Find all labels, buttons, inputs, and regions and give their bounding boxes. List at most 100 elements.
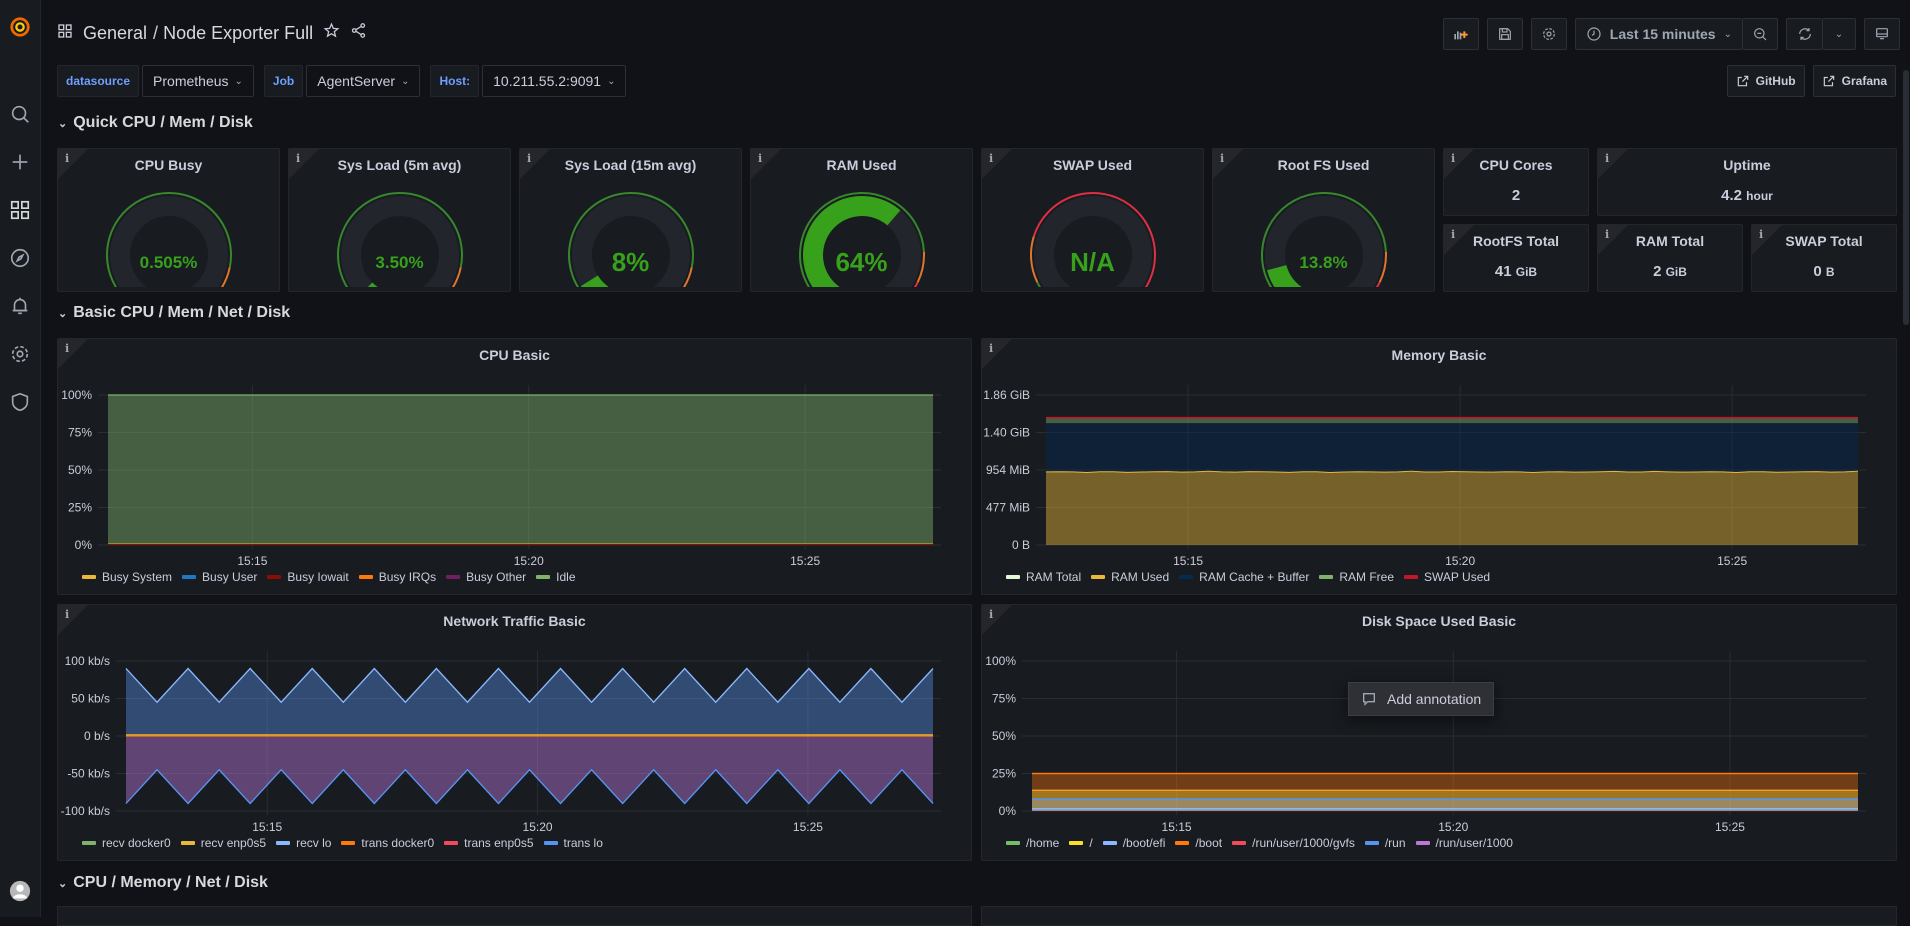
- row-quick-cpu-mem-disk[interactable]: ⌄ Quick CPU / Mem / Disk: [58, 114, 253, 132]
- stat-panel-ram-total: i RAM Total 2 GiB: [1597, 224, 1743, 292]
- gauge-panel: i Sys Load (5m avg) 3.50%: [288, 148, 511, 292]
- dashboard-title[interactable]: Node Exporter Full: [163, 23, 313, 43]
- chart-canvas[interactable]: 0% 25% 50% 75% 100% 15:15 15:20 15:25: [58, 339, 971, 594]
- legend-item[interactable]: /: [1069, 836, 1093, 850]
- save-button[interactable]: [1486, 18, 1523, 50]
- legend-item[interactable]: recv lo: [276, 836, 331, 850]
- chart-canvas[interactable]: 0 B 477 MiB 954 MiB 1.40 GiB 1.86 GiB 15:15 15…: [982, 339, 1896, 594]
- legend-item[interactable]: RAM Free: [1319, 570, 1394, 584]
- legend-item[interactable]: Busy User: [182, 570, 257, 584]
- legend-label: /run/user/1000/gvfs: [1252, 836, 1355, 850]
- breadcrumb-folder[interactable]: General: [83, 23, 147, 44]
- legend-label: recv lo: [296, 836, 332, 850]
- x-tick-label: 15:15: [1173, 554, 1203, 568]
- legend-item[interactable]: /run: [1364, 836, 1406, 850]
- monitor-icon: [1876, 28, 1888, 40]
- legend-item[interactable]: RAM Used: [1091, 570, 1169, 584]
- zoom-out-button[interactable]: [1742, 18, 1778, 50]
- chart-canvas[interactable]: 0% 25% 50% 75% 100% 15:15 15:20 15:25: [982, 605, 1896, 860]
- legend-item[interactable]: Busy IRQs: [358, 570, 436, 584]
- gauge-panel: i CPU Busy 0.505%: [57, 148, 280, 292]
- chevron-down-icon: ⌄: [1834, 28, 1844, 40]
- legend-item[interactable]: /run/user/1000: [1415, 836, 1513, 850]
- legend-item[interactable]: Busy System: [82, 570, 172, 584]
- grafana-link[interactable]: Grafana: [1812, 65, 1896, 97]
- legend-item[interactable]: /run/user/1000/gvfs: [1232, 836, 1355, 850]
- gauge-value-fill: [580, 275, 609, 287]
- variable-select[interactable]: 10.211.55.2:9091 ⌄: [482, 65, 627, 97]
- time-range-picker[interactable]: Last 15 minutes ⌄: [1574, 18, 1742, 50]
- chevron-down-icon: ⌄: [58, 307, 68, 320]
- add-annotation-button[interactable]: Add annotation: [1348, 682, 1494, 716]
- legend-item[interactable]: Busy Iowait: [267, 570, 349, 584]
- share-icon[interactable]: [350, 22, 367, 44]
- x-tick-label: 15:25: [1715, 820, 1745, 834]
- legend-swatch: [341, 841, 356, 845]
- series-area-ram-used: [1046, 471, 1858, 545]
- chevron-down-icon: ⌄: [58, 117, 68, 130]
- variable-value: Prometheus: [153, 73, 229, 89]
- panel-title: Root FS Used: [1277, 157, 1370, 173]
- legend-swatch: [1179, 575, 1194, 579]
- panel-title: SWAP Used: [1052, 157, 1133, 173]
- tv-mode-button[interactable]: [1864, 18, 1900, 50]
- legend-label: Busy System: [102, 570, 173, 584]
- panel-title: Sys Load (15m avg): [564, 157, 697, 173]
- refresh-interval-dropdown[interactable]: ⌄: [1822, 18, 1856, 50]
- plus-icon[interactable]: [7, 149, 33, 175]
- x-tick-label: 15:20: [523, 820, 553, 834]
- y-tick-label: -100 kb/s: [61, 804, 110, 818]
- legend-item[interactable]: Busy Other: [446, 570, 526, 584]
- star-icon[interactable]: [323, 22, 340, 44]
- external-link-icon: [1737, 75, 1748, 87]
- x-tick-label: 15:25: [790, 554, 820, 568]
- panel-title: RAM Total: [1635, 233, 1705, 249]
- legend-item[interactable]: trans docker0: [341, 836, 434, 850]
- avatar[interactable]: [7, 878, 33, 904]
- legend-item[interactable]: trans lo: [543, 836, 603, 850]
- add-panel-button[interactable]: [1442, 18, 1479, 50]
- legend-item[interactable]: /boot: [1175, 836, 1222, 850]
- legend-item[interactable]: RAM Total: [1006, 570, 1081, 584]
- bell-icon[interactable]: [7, 293, 33, 319]
- panel-collapsed-bottom: [57, 906, 972, 926]
- panel-cpu-basic: i CPU Basic 0% 25% 50% 75% 100% 15:15 15:20 15:2…: [57, 338, 972, 595]
- panel-title: CPU Busy: [134, 157, 203, 173]
- y-tick-label: 25%: [992, 767, 1016, 781]
- legend-swatch: [1006, 575, 1020, 579]
- legend-item[interactable]: trans enp0s5: [444, 836, 534, 850]
- legend-item[interactable]: RAM Cache + Buffer: [1179, 570, 1309, 584]
- refresh-button[interactable]: [1786, 18, 1822, 50]
- legend-item[interactable]: recv docker0: [82, 836, 171, 850]
- legend-item[interactable]: Idle: [536, 570, 576, 584]
- github-link[interactable]: GitHub: [1726, 65, 1805, 97]
- scrollbar[interactable]: [1903, 70, 1909, 325]
- legend-label: Busy Other: [466, 570, 527, 584]
- x-tick-label: 15:25: [793, 820, 823, 834]
- legend-item[interactable]: SWAP Used: [1404, 570, 1490, 584]
- legend-item[interactable]: /boot/efi: [1102, 836, 1165, 850]
- row-basic-cpu-mem-net-disk[interactable]: ⌄ Basic CPU / Mem / Net / Disk: [58, 304, 290, 322]
- compass-icon[interactable]: [7, 245, 33, 271]
- variable-select[interactable]: Prometheus ⌄: [142, 65, 254, 97]
- legend-label: Busy User: [202, 570, 258, 584]
- variable-select[interactable]: AgentServer ⌄: [306, 65, 421, 97]
- legend-item[interactable]: recv enp0s5: [180, 836, 266, 850]
- grafana-logo-icon[interactable]: [7, 14, 33, 40]
- settings-button[interactable]: [1530, 18, 1567, 50]
- dashboards-icon[interactable]: [7, 197, 33, 223]
- search-icon[interactable]: [7, 101, 33, 127]
- legend-swatch: [267, 575, 282, 579]
- gauge-panel: i Root FS Used 13.8%: [1212, 148, 1435, 292]
- chart-canvas[interactable]: -100 kb/s -50 kb/s 0 b/s 50 kb/s 100 kb/s 15:…: [58, 605, 971, 860]
- shield-icon[interactable]: [7, 389, 33, 415]
- row-cpu-memory-net-disk[interactable]: ⌄ CPU / Memory / Net / Disk: [58, 874, 268, 892]
- legend-label: /home: [1026, 836, 1060, 850]
- legend-item[interactable]: /home: [1006, 836, 1059, 850]
- y-tick-label: 1.40 GiB: [983, 426, 1030, 440]
- external-link-icon: [1823, 75, 1834, 87]
- gear-icon[interactable]: [7, 341, 33, 367]
- variable-label: Host:: [430, 65, 480, 97]
- panel-title: Uptime: [1723, 157, 1771, 173]
- zoom-out-icon: [1754, 28, 1767, 41]
